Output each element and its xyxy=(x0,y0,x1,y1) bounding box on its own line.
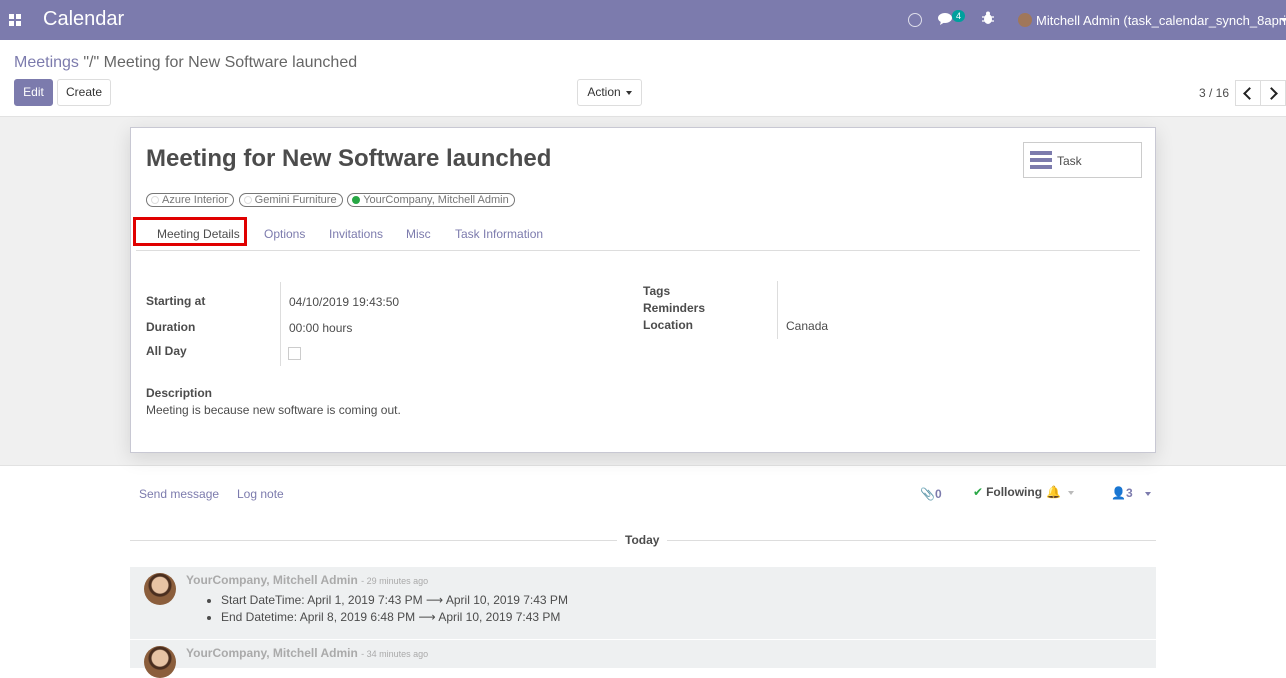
author-name[interactable]: YourCompany, Mitchell Admin xyxy=(186,573,358,587)
chevron-left-icon xyxy=(1243,87,1256,100)
field-divider xyxy=(280,282,281,366)
attachments-count: 0 xyxy=(934,487,942,501)
status-dot-icon xyxy=(352,196,361,204)
status-dot-icon xyxy=(151,196,159,204)
tags-label: Tags xyxy=(643,284,671,298)
message-author: YourCompany, Mitchell Admin - 29 minutes… xyxy=(186,573,428,587)
breadcrumb-current: Meeting for New Software launched xyxy=(103,54,358,71)
check-icon: ✔ xyxy=(973,485,984,499)
breadcrumb: Meetings "/" Meeting for New Software la… xyxy=(14,54,357,72)
bell-icon[interactable]: 🔔 xyxy=(1046,485,1061,499)
pager-value[interactable]: 3 / 16 xyxy=(1199,86,1229,100)
tracking-change-item: End Datetime: April 8, 2019 6:48 PM ⟶ Ap… xyxy=(221,609,568,626)
tab-misc[interactable]: Misc xyxy=(406,227,431,241)
tab-task-information[interactable]: Task Information xyxy=(455,227,543,241)
followers-count: 3 xyxy=(1125,486,1133,500)
duration-value: 00:00 hours xyxy=(289,321,353,335)
attendee-tag[interactable]: Gemini Furniture xyxy=(238,193,343,207)
author-avatar[interactable] xyxy=(144,573,176,605)
user-avatar[interactable] xyxy=(1018,13,1032,27)
tracking-changes: Start DateTime: April 1, 2019 7:43 PM ⟶ … xyxy=(191,592,568,626)
caret-down-icon[interactable] xyxy=(1068,490,1075,495)
pager-next-button[interactable] xyxy=(1260,80,1286,106)
message-time: - 34 minutes ago xyxy=(361,649,429,659)
user-icon: 👤 xyxy=(1111,486,1126,500)
chatter-message: YourCompany, Mitchell Admin - 34 minutes… xyxy=(130,640,1156,678)
bug-icon[interactable] xyxy=(982,11,994,28)
caret-down-icon xyxy=(1144,491,1151,496)
following-label: Following xyxy=(986,485,1043,499)
starting-at-value: 04/10/2019 19:43:50 xyxy=(289,295,400,309)
location-value: Canada xyxy=(786,319,829,333)
followers-button[interactable]: 👤3 xyxy=(1111,486,1151,500)
chevron-down-icon[interactable] xyxy=(1280,18,1286,22)
log-note-link[interactable]: Log note xyxy=(237,487,284,501)
author-avatar[interactable] xyxy=(144,646,176,678)
paperclip-icon: 📎 xyxy=(920,487,935,501)
message-count-badge: 4 xyxy=(952,10,966,22)
task-smart-button[interactable]: Task xyxy=(1023,142,1142,178)
app-title[interactable]: Calendar xyxy=(43,8,124,31)
date-separator-label: Today xyxy=(617,533,668,547)
description-label: Description xyxy=(146,386,213,400)
breadcrumb-separator: "/" xyxy=(83,54,100,71)
attendee-tag[interactable]: Azure Interior xyxy=(146,193,235,207)
author-name[interactable]: YourCompany, Mitchell Admin xyxy=(186,646,358,660)
user-menu[interactable]: Mitchell Admin (task_calendar_synch_8apr… xyxy=(1036,13,1286,28)
location-label: Location xyxy=(643,318,693,332)
field-divider xyxy=(777,281,778,339)
edit-button[interactable]: Edit xyxy=(14,79,53,106)
description-value: Meeting is because new software is comin… xyxy=(146,403,401,417)
duration-label: Duration xyxy=(146,320,196,334)
notebook-tabs: Meeting Details Options Invitations Misc… xyxy=(136,220,1140,251)
chatter-message: YourCompany, Mitchell Admin - 29 minutes… xyxy=(130,567,1156,639)
breadcrumb-parent[interactable]: Meetings xyxy=(14,54,79,71)
attachments-button[interactable]: 📎0 xyxy=(920,487,942,501)
top-navbar: Calendar 4 Mitchell Admin (task_calendar… xyxy=(0,0,1286,40)
form-sheet: Meeting for New Software launched Task A… xyxy=(130,127,1156,453)
all-day-checkbox[interactable] xyxy=(288,347,301,360)
tracking-change-item: Start DateTime: April 1, 2019 7:43 PM ⟶ … xyxy=(221,592,568,609)
send-message-link[interactable]: Send message xyxy=(139,487,219,501)
caret-down-icon xyxy=(625,90,632,95)
apps-icon[interactable] xyxy=(9,14,21,26)
action-label: Action xyxy=(587,85,621,99)
reminders-label: Reminders xyxy=(643,301,706,315)
action-dropdown[interactable]: Action xyxy=(577,79,642,106)
starting-at-label: Starting at xyxy=(146,294,206,308)
attendee-name: Gemini Furniture xyxy=(254,194,337,206)
chevron-right-icon xyxy=(1265,87,1278,100)
message-author: YourCompany, Mitchell Admin - 34 minutes… xyxy=(186,646,428,660)
attendee-name: Azure Interior xyxy=(162,194,229,206)
all-day-label: All Day xyxy=(146,344,187,358)
attendee-name: YourCompany, Mitchell Admin xyxy=(363,194,509,206)
attendee-tags: Azure Interior Gemini Furniture YourComp… xyxy=(146,191,516,207)
message-time: - 29 minutes ago xyxy=(361,576,429,586)
attendee-tag[interactable]: YourCompany, Mitchell Admin xyxy=(347,193,515,207)
status-dot-icon xyxy=(243,196,252,204)
following-button[interactable]: ✔ Following 🔔 xyxy=(973,485,1075,499)
create-button[interactable]: Create xyxy=(57,79,111,106)
clock-icon[interactable] xyxy=(908,13,922,27)
pager-previous-button[interactable] xyxy=(1235,80,1261,106)
task-button-label: Task xyxy=(1057,154,1082,168)
tab-options[interactable]: Options xyxy=(264,227,305,241)
task-list-icon xyxy=(1030,151,1052,169)
record-title: Meeting for New Software launched xyxy=(146,145,552,172)
tab-invitations[interactable]: Invitations xyxy=(329,227,383,241)
active-tab-highlight xyxy=(133,217,247,246)
